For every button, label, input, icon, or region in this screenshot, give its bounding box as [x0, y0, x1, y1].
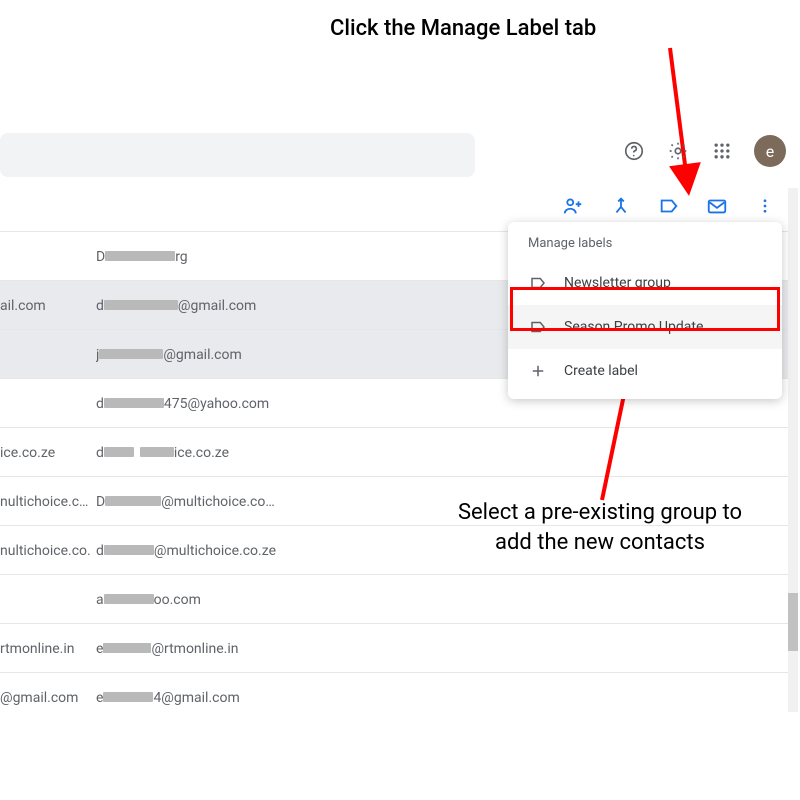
more-icon[interactable]	[754, 195, 776, 217]
table-row[interactable]: aoo.com	[0, 574, 788, 623]
label-icon	[528, 273, 548, 293]
dropdown-item-newsletter[interactable]: Newsletter group	[508, 261, 782, 305]
cell-email: D@multichoice.co…	[96, 494, 306, 510]
dropdown-header: Manage labels	[508, 230, 782, 261]
annotation-top-text: Click the Manage Label tab	[330, 16, 650, 41]
cell-domain: nultichoice.c…	[0, 494, 90, 510]
avatar[interactable]: e	[754, 135, 786, 167]
merge-icon[interactable]	[610, 195, 632, 217]
cell-email: j@gmail.com	[96, 347, 306, 363]
cell-email: dice.co.ze	[96, 445, 306, 461]
dropdown-item-label: Newsletter group	[564, 275, 671, 291]
table-row[interactable]: ice.co.ze dice.co.ze	[0, 427, 788, 476]
label-icon	[528, 317, 548, 337]
cell-email: e@rtmonline.in	[96, 641, 306, 657]
cell-domain: ail.com	[0, 298, 90, 314]
table-row[interactable]: @gmail.com e4@gmail.com	[0, 672, 788, 721]
cell-email: d@multichoice.co.ze	[96, 543, 306, 559]
manage-labels-dropdown: Manage labels Newsletter group Season Pr…	[508, 222, 782, 399]
cell-email: aoo.com	[96, 592, 306, 608]
cell-domain: rtmonline.in	[0, 641, 90, 657]
table-row[interactable]: rtmonline.in e@rtmonline.in	[0, 623, 788, 672]
plus-icon	[528, 361, 548, 381]
cell-email: Drg	[96, 249, 306, 265]
dropdown-item-create-label[interactable]: Create label	[508, 349, 782, 393]
search-input[interactable]	[0, 133, 475, 177]
email-icon[interactable]	[706, 195, 728, 217]
dropdown-item-label: Create label	[564, 363, 638, 379]
scrollbar-thumb[interactable]	[788, 593, 798, 651]
help-icon[interactable]	[622, 139, 646, 163]
gear-icon[interactable]	[666, 139, 690, 163]
cell-email: e4@gmail.com	[96, 690, 306, 706]
annotation-arrow-top	[640, 20, 760, 200]
scrollbar[interactable]	[788, 188, 798, 712]
dropdown-item-season-promo[interactable]: Season Promo Update	[508, 305, 782, 349]
cell-domain: ice.co.ze	[0, 445, 90, 461]
cell-email: d@gmail.com	[96, 298, 306, 314]
cell-email: d475@yahoo.com	[96, 396, 306, 412]
cell-domain: @gmail.com	[0, 690, 90, 706]
dropdown-item-label: Season Promo Update	[564, 319, 703, 335]
annotation-bottom-text: Select a pre-existing group to add the n…	[440, 498, 760, 557]
cell-domain: nultichoice.co…	[0, 543, 90, 559]
add-contact-icon[interactable]	[562, 195, 584, 217]
apps-grid-icon[interactable]	[710, 139, 734, 163]
manage-labels-icon[interactable]	[658, 195, 680, 217]
